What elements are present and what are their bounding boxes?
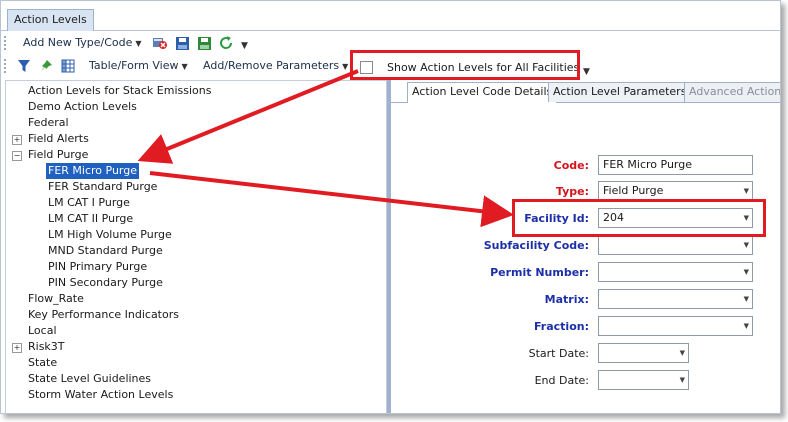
toolbar-grip[interactable] xyxy=(4,59,8,73)
chevron-down-icon: ▼ xyxy=(743,322,749,330)
chevron-down-icon: ▼ xyxy=(135,39,142,48)
code-field[interactable]: FER Micro Purge xyxy=(598,155,753,175)
subfacility-code-label: Subfacility Code: xyxy=(483,239,589,252)
tree-item[interactable]: Federal xyxy=(28,115,69,131)
fraction-label: Fraction: xyxy=(534,320,589,333)
tree-item[interactable]: LM CAT I Purge xyxy=(48,195,130,211)
toolbar-overflow-icon[interactable]: ▼ xyxy=(241,41,248,51)
action-level-tree-pane: Action Levels for Stack Emissions Demo Ac… xyxy=(5,80,387,413)
fraction-select[interactable]: ▼ xyxy=(598,316,753,336)
start-date-label: Start Date: xyxy=(528,347,589,360)
tree-item[interactable]: Demo Action Levels xyxy=(28,99,137,115)
tree-item[interactable]: Field Purge xyxy=(28,147,88,163)
expand-icon[interactable]: + xyxy=(12,343,22,353)
end-date-label: End Date: xyxy=(534,374,589,387)
add-remove-parameters-label: Add/Remove Parameters xyxy=(203,59,340,72)
subfacility-code-select[interactable]: ▼ xyxy=(598,235,753,255)
tree-item[interactable]: Flow_Rate xyxy=(28,291,84,307)
start-date-picker[interactable]: ▼ xyxy=(598,343,689,363)
tree-item[interactable]: FER Standard Purge xyxy=(48,179,157,195)
save-all-icon[interactable] xyxy=(195,34,213,52)
filter-icon[interactable] xyxy=(15,57,33,75)
save-icon[interactable] xyxy=(173,34,191,52)
chevron-down-icon: ▼ xyxy=(743,268,749,276)
facility-id-highlight xyxy=(512,199,766,237)
collapse-icon[interactable]: − xyxy=(12,151,22,161)
tree-item[interactable]: State Level Guidelines xyxy=(28,371,151,387)
tree-item[interactable]: LM CAT II Purge xyxy=(48,211,133,227)
tree-item[interactable]: MND Standard Purge xyxy=(48,243,163,259)
type-value: Field Purge xyxy=(603,184,664,197)
tree-item[interactable]: Storm Water Action Levels xyxy=(28,387,173,403)
show-all-facilities-highlight xyxy=(350,50,580,80)
tree-item[interactable]: Key Performance Indicators xyxy=(28,307,179,323)
action-levels-window: Action Levels Add New Type/Code ▼ ▼ Tabl… xyxy=(0,0,781,414)
matrix-label: Matrix: xyxy=(544,293,589,306)
table-form-view-button[interactable]: Table/Form View ▼ xyxy=(89,58,188,74)
tree-item[interactable]: Local xyxy=(28,323,57,339)
tree-item[interactable]: Risk3T xyxy=(28,339,65,355)
details-tab-strip: Action Level Code Details Action Level P… xyxy=(391,80,780,103)
matrix-select[interactable]: ▼ xyxy=(598,289,753,309)
tab-action-level-parameters[interactable]: Action Level Parameters xyxy=(548,82,692,102)
grid-icon[interactable] xyxy=(59,57,77,75)
type-label: Type: xyxy=(555,185,589,198)
action-level-tree: Action Levels for Stack Emissions Demo Ac… xyxy=(6,81,386,413)
chevron-down-icon: ▼ xyxy=(743,187,749,195)
pin-icon[interactable] xyxy=(37,57,55,75)
tree-item[interactable]: LM High Volume Purge xyxy=(48,227,172,243)
tree-item[interactable]: PIN Primary Purge xyxy=(48,259,147,275)
tree-item[interactable]: PIN Secondary Purge xyxy=(48,275,163,291)
chevron-down-icon: ▼ xyxy=(679,376,685,384)
document-tab-strip: Action Levels xyxy=(1,1,780,31)
toolbar-grip[interactable] xyxy=(4,36,8,50)
tab-advanced-action[interactable]: Advanced Action xyxy=(684,82,780,102)
code-label: Code: xyxy=(553,159,589,172)
permit-number-select[interactable]: ▼ xyxy=(598,262,753,282)
tree-item[interactable]: State xyxy=(28,355,57,371)
details-pane: Action Level Code Details Action Level P… xyxy=(391,80,780,413)
chevron-down-icon: ▼ xyxy=(342,62,349,71)
refresh-icon[interactable] xyxy=(217,34,235,52)
tab-action-levels[interactable]: Action Levels xyxy=(7,9,94,31)
tree-item[interactable]: Action Levels for Stack Emissions xyxy=(28,83,211,99)
tree-item[interactable]: Field Alerts xyxy=(28,131,89,147)
chevron-down-icon: ▼ xyxy=(743,295,749,303)
chevron-down-icon: ▼ xyxy=(743,241,749,249)
add-new-label: Add New Type/Code xyxy=(23,36,133,49)
table-form-view-label: Table/Form View xyxy=(89,59,179,72)
tab-action-level-code-details[interactable]: Action Level Code Details xyxy=(407,82,558,103)
tree-item-selected[interactable]: FER Micro Purge xyxy=(46,163,140,179)
chevron-down-icon: ▼ xyxy=(181,62,188,71)
add-remove-parameters-button[interactable]: Add/Remove Parameters ▼ xyxy=(203,58,348,74)
toolbar-overflow-icon[interactable]: ▼ xyxy=(583,67,590,77)
code-value: FER Micro Purge xyxy=(603,158,693,171)
type-select[interactable]: Field Purge ▼ xyxy=(598,181,753,201)
permit-number-label: Permit Number: xyxy=(490,266,589,279)
end-date-picker[interactable]: ▼ xyxy=(598,370,689,390)
delete-icon[interactable] xyxy=(151,34,169,52)
chevron-down-icon: ▼ xyxy=(679,349,685,357)
add-new-type-code-button[interactable]: Add New Type/Code ▼ xyxy=(23,35,142,51)
expand-icon[interactable]: + xyxy=(12,135,22,145)
